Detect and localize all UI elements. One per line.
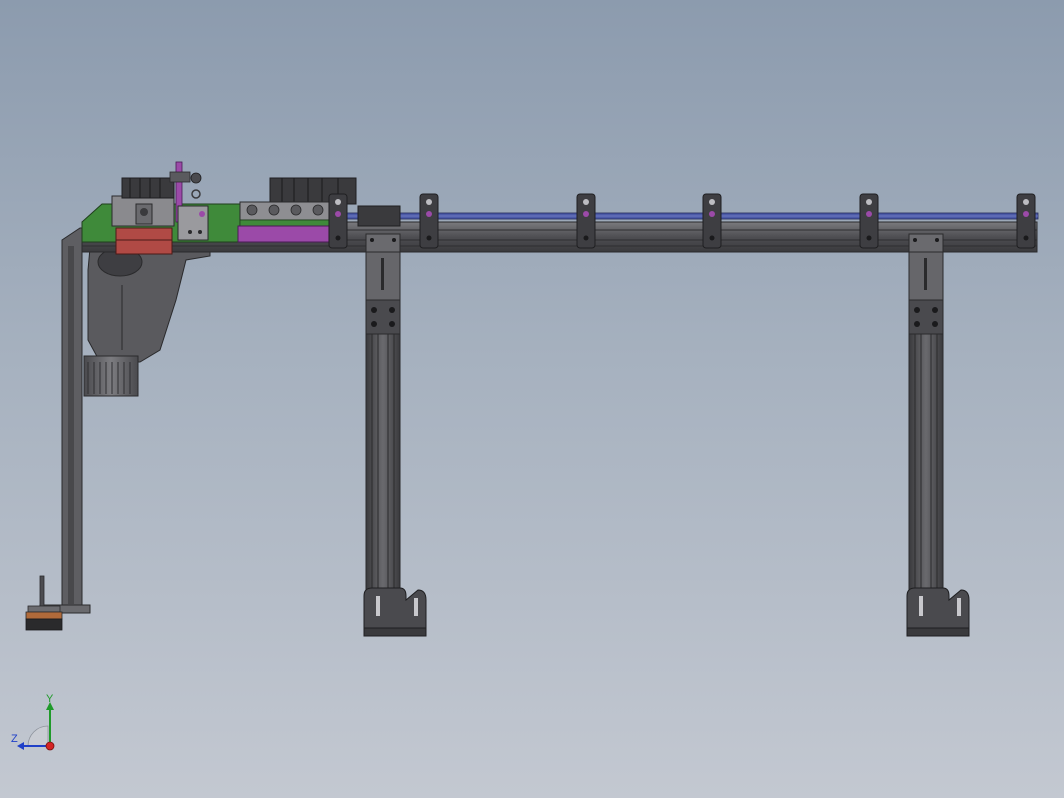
support-leg: [363, 233, 427, 637]
left-post: [39, 227, 93, 614]
support-leg: [906, 233, 970, 637]
x-axis-point: [45, 741, 55, 751]
z-axis-label: Z: [11, 733, 18, 745]
view-orientation-triad[interactable]: Y Z: [8, 693, 68, 760]
motor-gearbox: [83, 247, 211, 397]
rail-bracket: [328, 193, 348, 249]
leveling-foot: [25, 575, 63, 631]
rail-bracket: [419, 193, 439, 249]
rail-bracket: [1016, 193, 1036, 249]
rail-bracket: [576, 193, 596, 249]
z-axis-arrow: [17, 742, 24, 750]
rail-bracket: [702, 193, 722, 249]
rail-bracket: [859, 193, 879, 249]
drive-head-assembly: [81, 161, 241, 255]
triad-plane-shade: [27, 725, 49, 747]
y-axis-label: Y: [46, 693, 54, 705]
graphics-viewport[interactable]: Y Z: [0, 0, 1064, 798]
cad-model-view[interactable]: [0, 0, 1064, 798]
